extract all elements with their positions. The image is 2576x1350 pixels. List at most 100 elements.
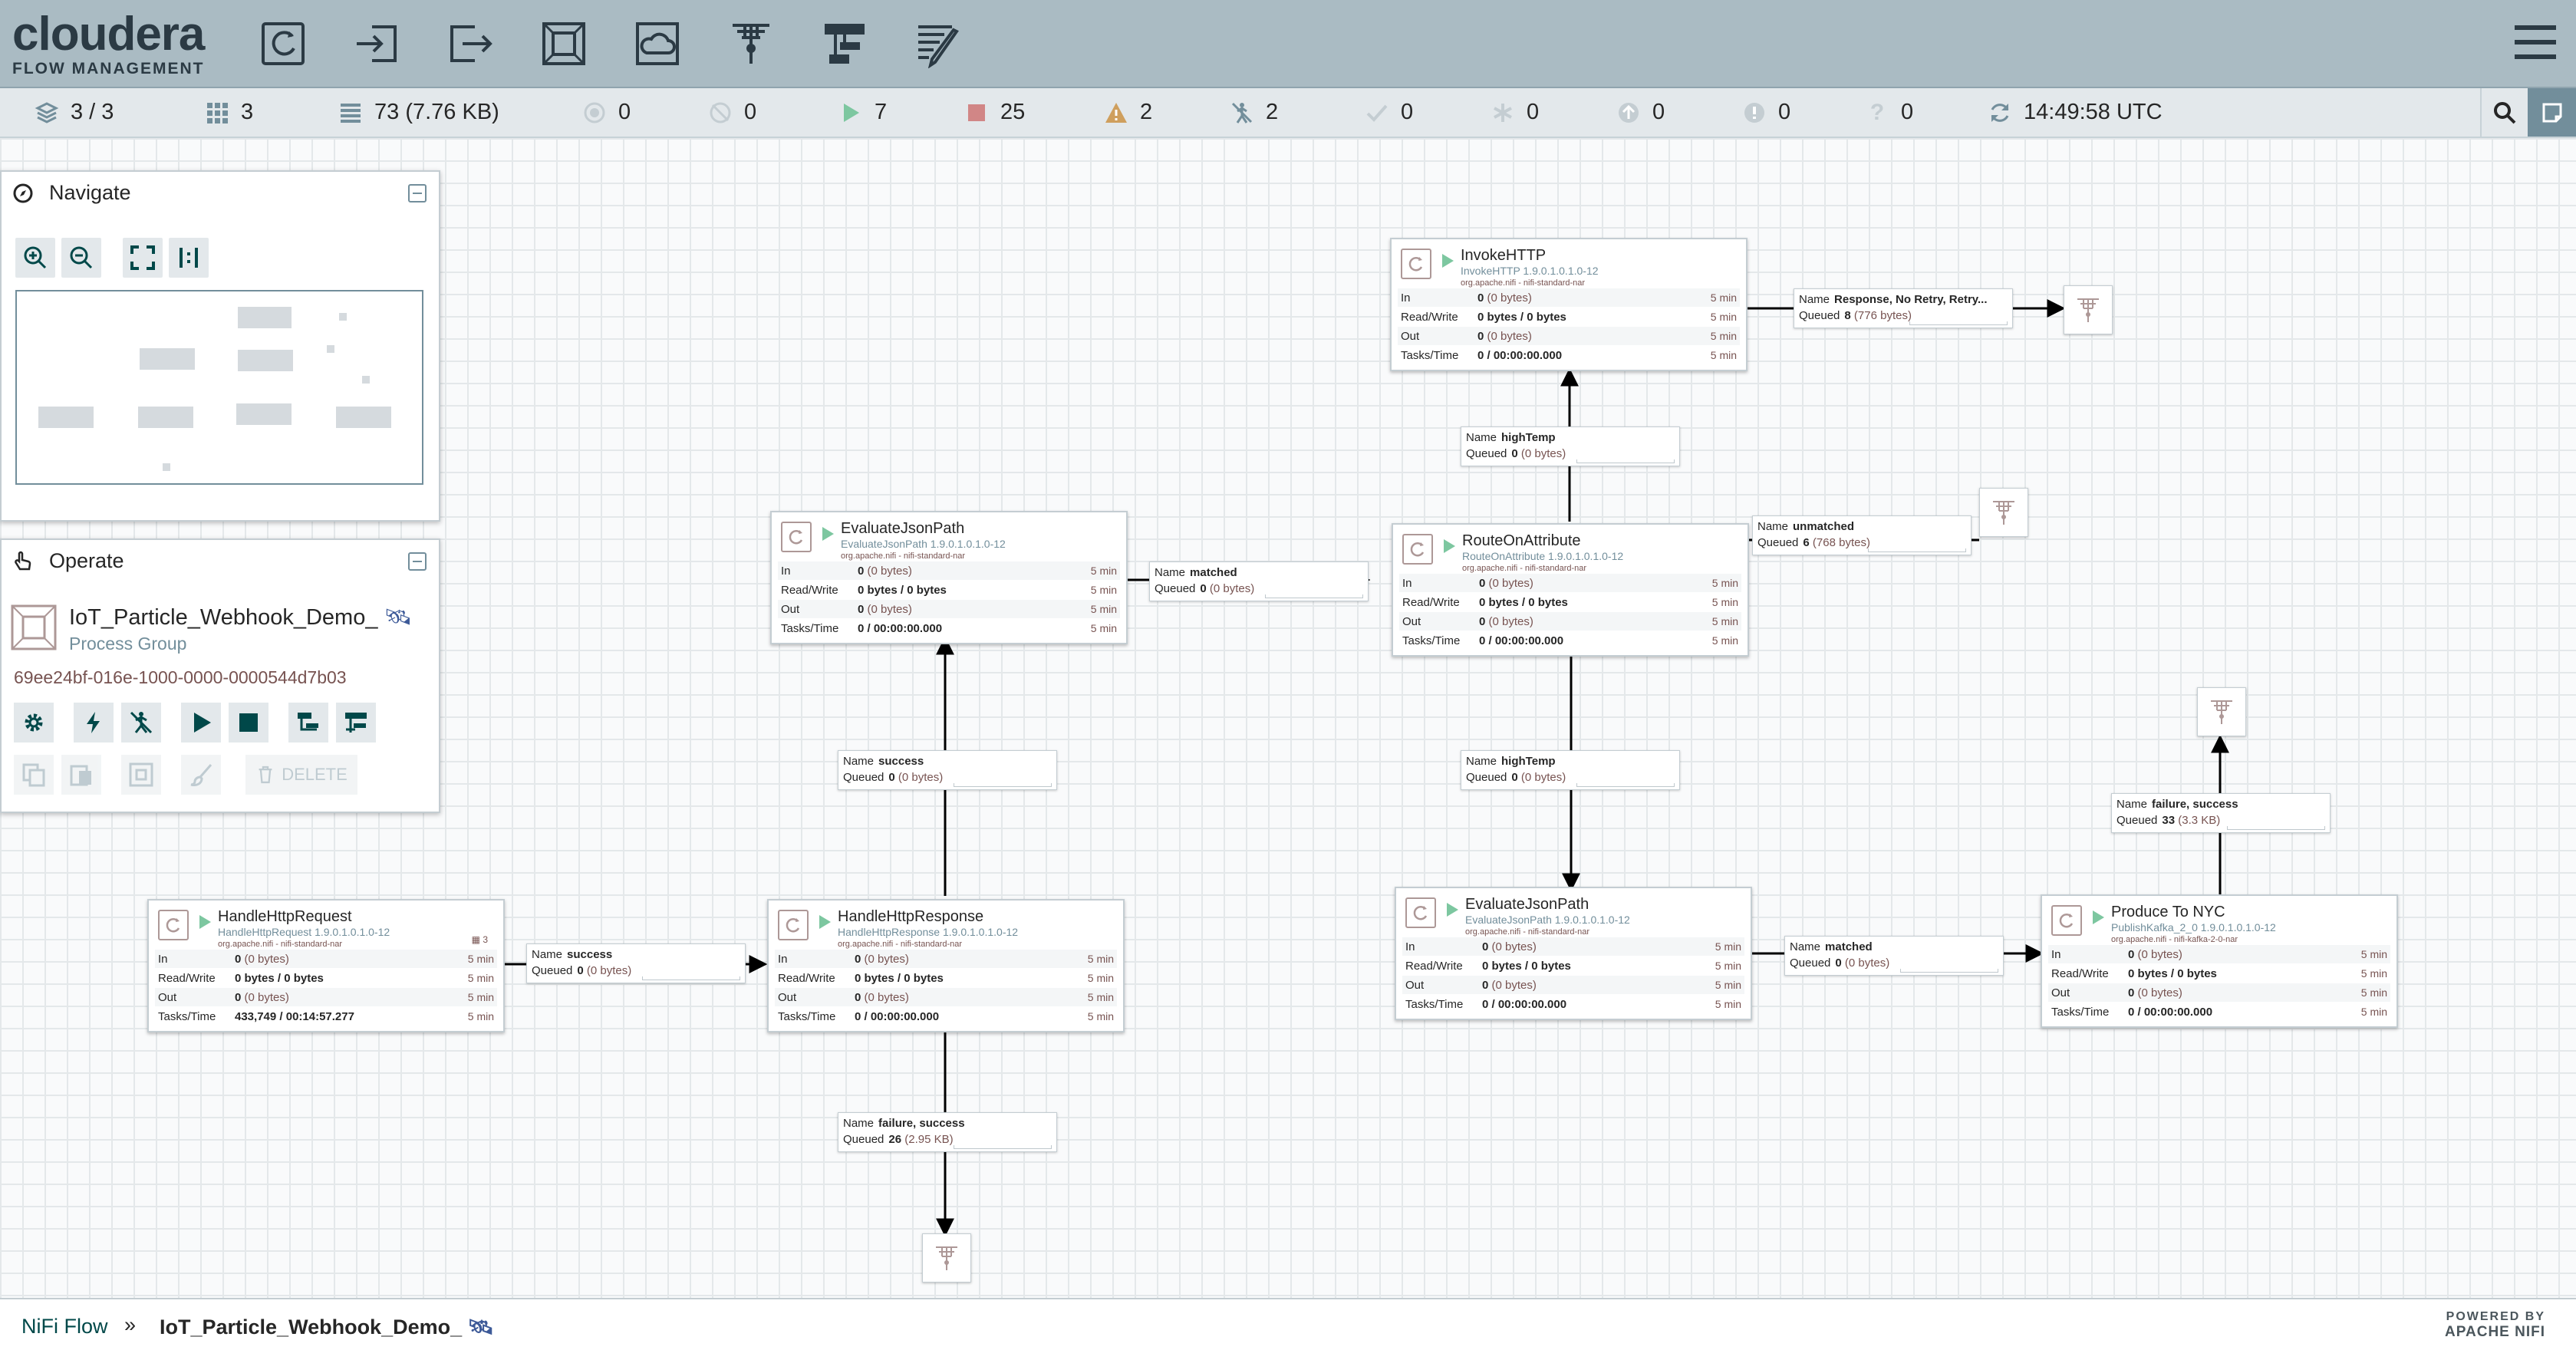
stat-transmitting: 0 bbox=[581, 88, 631, 137]
birdseye-view[interactable] bbox=[15, 290, 423, 485]
operate-panel: Operate IoT_Particle_Webhook_Demo_ 🛰 Pro… bbox=[0, 538, 440, 813]
processor-type: EvaluateJsonPath 1.9.0.1.0.1.0-12 bbox=[1465, 914, 1630, 926]
stat-out: Out 0 (0 bytes) 5 min bbox=[1402, 976, 1744, 995]
arrow-up-circle-icon bbox=[1616, 100, 1642, 126]
paste-button[interactable] bbox=[61, 755, 101, 795]
processor-bundle: org.apache.nifi - nifi-standard-nar bbox=[1461, 278, 1586, 288]
processor-bundle: org.apache.nifi - nifi-standard-nar bbox=[218, 940, 343, 949]
processor-invokehttp[interactable]: InvokeHTTP InvokeHTTP 1.9.0.1.0.1.0-12 o… bbox=[1390, 238, 1748, 371]
connection-label[interactable]: Name success Queued 0 (0 bytes) bbox=[526, 943, 746, 983]
group-button[interactable] bbox=[121, 755, 161, 795]
template-tool[interactable] bbox=[812, 11, 878, 77]
disable-button[interactable] bbox=[121, 703, 161, 742]
warning-icon bbox=[1103, 100, 1129, 126]
processor-handlehttpresponse[interactable]: HandleHttpResponse HandleHttpResponse 1.… bbox=[767, 899, 1125, 1032]
output-port-icon bbox=[450, 25, 492, 62]
create-template-icon bbox=[298, 713, 318, 731]
operate-title: Operate bbox=[49, 549, 124, 572]
hamburger-icon bbox=[2515, 25, 2556, 59]
input-port-tool[interactable] bbox=[344, 11, 410, 77]
zoom-in-button[interactable] bbox=[15, 238, 55, 278]
bulletin-board-button[interactable] bbox=[2528, 88, 2576, 137]
selected-group-id: 69ee24bf-016e-1000-0000-0000544d7b03 bbox=[14, 667, 347, 687]
connection-label[interactable]: Name failure, success Queued 26 (2.95 KB) bbox=[838, 1112, 1057, 1152]
actual-size-button[interactable] bbox=[169, 238, 209, 278]
stat-read-write: Read/Write 0 bytes / 0 bytes 5 min bbox=[1399, 593, 1741, 612]
top-header: cloudera FLOW MANAGEMENT bbox=[0, 0, 2576, 88]
processor-evaluatejsonpath-2[interactable]: EvaluateJsonPath EvaluateJsonPath 1.9.0.… bbox=[1395, 887, 1752, 1020]
flow-status-bar: 3 / 3 3 73 (7.76 KB) 0 0 7 25 2 2 0 0 0 … bbox=[0, 88, 2576, 138]
configure-button[interactable] bbox=[14, 703, 54, 742]
compass-icon bbox=[13, 183, 33, 202]
minimize-operate-button[interactable] bbox=[408, 552, 427, 571]
funnel[interactable] bbox=[2064, 285, 2113, 334]
color-button[interactable] bbox=[181, 755, 221, 795]
processor-name: InvokeHTTP bbox=[1461, 247, 1547, 264]
connection-label[interactable]: Name unmatched Queued 6 (768 bytes) bbox=[1752, 515, 1972, 555]
zoom-out-button[interactable] bbox=[61, 238, 101, 278]
connection-label[interactable]: Name failure, success Queued 33 (3.3 KB) bbox=[2111, 793, 2331, 833]
connection-label[interactable]: Name highTemp Queued 0 (0 bytes) bbox=[1461, 750, 1680, 790]
connection-label[interactable]: Name matched Queued 0 (0 bytes) bbox=[1149, 561, 1369, 601]
funnel[interactable] bbox=[2197, 687, 2246, 736]
processor-bundle: org.apache.nifi - nifi-standard-nar bbox=[841, 552, 966, 561]
output-port-tool[interactable] bbox=[437, 11, 503, 77]
processor-produce-to-nyc[interactable]: Produce To NYC PublishKafka_2_0 1.9.0.1.… bbox=[2041, 894, 2398, 1028]
process-group-tool[interactable] bbox=[531, 11, 597, 77]
processor-icon bbox=[158, 910, 189, 940]
stat-read-write: Read/Write 0 bytes / 0 bytes 5 min bbox=[775, 969, 1117, 988]
connection-label[interactable]: Name highTemp Queued 0 (0 bytes) bbox=[1461, 426, 1680, 466]
zoom-out-icon bbox=[70, 246, 93, 269]
breadcrumb-current[interactable]: IoT_Particle_Webhook_Demo_ 🛰 bbox=[160, 1315, 494, 1339]
processor-handlehttprequest[interactable]: HandleHttpRequest HandleHttpRequest 1.9.… bbox=[147, 899, 505, 1032]
minimize-navigate-button[interactable] bbox=[408, 184, 427, 202]
remote-process-group-tool[interactable] bbox=[624, 11, 690, 77]
actual-size-icon bbox=[180, 248, 198, 268]
enable-button[interactable] bbox=[74, 703, 114, 742]
processor-name: RouteOnAttribute bbox=[1462, 532, 1581, 549]
processor-type: HandleHttpResponse 1.9.0.1.0.1.0-12 bbox=[838, 926, 1019, 938]
processor-icon bbox=[2051, 905, 2082, 936]
processor-name: EvaluateJsonPath bbox=[841, 520, 965, 537]
funnel-tool[interactable] bbox=[718, 11, 784, 77]
connection-label[interactable]: Name Response, No Retry, Retry... Queued 8… bbox=[1794, 288, 2013, 328]
start-button[interactable] bbox=[181, 703, 221, 742]
active-threads-badge: ▦ 3 bbox=[471, 934, 488, 945]
stat-read-write: Read/Write 0 bytes / 0 bytes 5 min bbox=[778, 581, 1120, 600]
upload-template-button[interactable] bbox=[336, 703, 376, 742]
delete-button[interactable]: DELETE bbox=[245, 755, 357, 795]
funnel[interactable] bbox=[922, 1233, 971, 1282]
global-menu-button[interactable] bbox=[2513, 20, 2558, 64]
processor-routeonattribute[interactable]: RouteOnAttribute RouteOnAttribute 1.9.0.… bbox=[1392, 523, 1749, 657]
flow-canvas[interactable]: HandleHttpRequest HandleHttpRequest 1.9.… bbox=[0, 138, 2576, 1298]
connection-label[interactable]: Name success Queued 0 (0 bytes) bbox=[838, 750, 1057, 790]
processor-icon bbox=[778, 910, 809, 940]
processor-evaluatejsonpath[interactable]: EvaluateJsonPath EvaluateJsonPath 1.9.0.… bbox=[770, 511, 1128, 644]
connection-label[interactable]: Name matched Queued 0 (0 bytes) bbox=[1784, 936, 2004, 976]
copy-button[interactable] bbox=[14, 755, 54, 795]
funnel-icon bbox=[936, 1246, 957, 1270]
hand-pointer-icon bbox=[15, 551, 31, 570]
create-template-button[interactable] bbox=[288, 703, 328, 742]
processor-bundle: org.apache.nifi - nifi-kafka-2-0-nar bbox=[2111, 935, 2238, 944]
search-button[interactable] bbox=[2480, 88, 2528, 137]
stat-stale: 0 bbox=[1616, 88, 1665, 137]
selected-group-type: Process Group bbox=[69, 634, 187, 654]
label-tool[interactable] bbox=[905, 11, 971, 77]
stop-button[interactable] bbox=[229, 703, 268, 742]
processor-tool[interactable] bbox=[250, 11, 316, 77]
fit-button[interactable] bbox=[123, 238, 163, 278]
processor-bundle: org.apache.nifi - nifi-standard-nar bbox=[1462, 564, 1587, 573]
funnel[interactable] bbox=[1979, 488, 2028, 537]
process-group-icon bbox=[11, 604, 57, 650]
stat-in: In 0 (0 bytes) 5 min bbox=[1398, 288, 1740, 308]
stat-tasks: Tasks/Time 0 / 00:00:00.000 5 min bbox=[1402, 995, 1744, 1014]
breadcrumb-root-link[interactable]: NiFi Flow bbox=[21, 1315, 108, 1338]
stat-in: In 0 (0 bytes) 5 min bbox=[1399, 574, 1741, 593]
stat-tasks: Tasks/Time 0 / 00:00:00.000 5 min bbox=[1398, 346, 1740, 365]
flag-icon: 🛰 bbox=[467, 1315, 494, 1338]
stop-icon bbox=[964, 100, 990, 126]
paste-icon bbox=[70, 765, 91, 786]
stat-in: In 0 (0 bytes) 5 min bbox=[775, 950, 1117, 969]
refresh-icon[interactable] bbox=[1987, 100, 2013, 126]
